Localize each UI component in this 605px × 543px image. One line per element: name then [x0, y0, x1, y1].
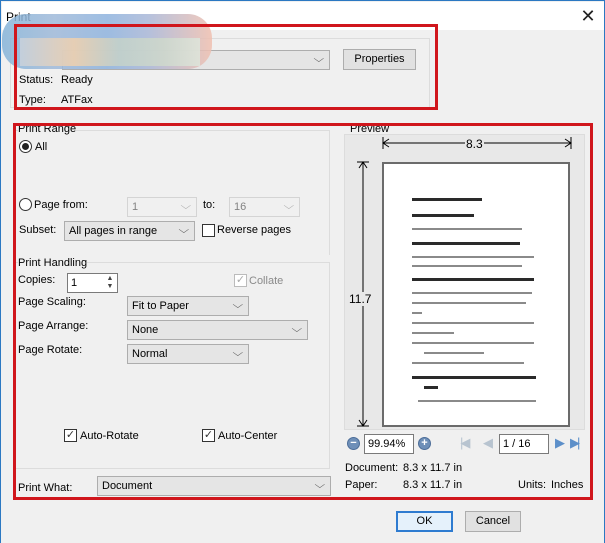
auto-rotate-label: Auto-Rotate — [80, 430, 139, 442]
print-what-select[interactable]: Document ⌵ — [97, 476, 331, 496]
page-scaling-value: Fit to Paper — [132, 300, 189, 312]
page-to-select[interactable]: 16 ⌵ — [229, 197, 300, 217]
all-radio[interactable] — [19, 140, 32, 153]
type-value: ATFax — [61, 94, 93, 106]
paper-size: 8.3 x 11.7 in — [403, 479, 463, 491]
zoom-input[interactable]: 99.94% — [364, 434, 414, 454]
page-number-input[interactable]: 1 / 16 — [499, 434, 549, 454]
chevron-down-icon: ⌵ — [232, 348, 244, 359]
cancel-button[interactable]: Cancel — [465, 511, 521, 532]
paper-label: Paper: — [345, 479, 378, 491]
page-arrange-label: Page Arrange: — [18, 320, 89, 332]
page-preview — [382, 162, 570, 427]
page-rotate-value: Normal — [132, 348, 168, 360]
collate-checkbox[interactable]: ✓ — [234, 274, 247, 287]
print-handling-title: Print Handling — [18, 257, 88, 269]
units-value: Inches — [551, 479, 584, 491]
properties-button[interactable]: Properties — [343, 49, 416, 70]
spin-arrows-icon[interactable]: ▲ ▼ — [105, 275, 115, 291]
document-size: 8.3 x 11.7 in — [403, 462, 463, 474]
page-to-value: 16 — [234, 201, 247, 213]
subset-value: All pages in range — [69, 225, 158, 237]
type-label: Type: — [19, 94, 46, 106]
collate-label: Collate — [249, 275, 284, 287]
chevron-down-icon: ⌵ — [232, 300, 244, 311]
page-from-radio[interactable] — [19, 198, 32, 211]
reverse-pages-label: Reverse pages — [217, 224, 291, 236]
page-from-value: 1 — [132, 201, 139, 213]
page-from-label: Page from: — [34, 199, 88, 211]
print-handling-group — [14, 262, 330, 469]
zoom-out-icon[interactable]: − — [347, 437, 360, 450]
previous-page-icon[interactable]: ◀ — [483, 435, 493, 451]
status-label: Status: — [19, 74, 54, 86]
page-scaling-select[interactable]: Fit to Paper ⌵ — [127, 296, 249, 316]
subset-label: Subset: — [19, 224, 57, 236]
page-rotate-select[interactable]: Normal ⌵ — [127, 344, 249, 364]
first-page-icon[interactable]: |◀ — [460, 435, 471, 451]
page-arrange-select[interactable]: None ⌵ — [127, 320, 308, 340]
all-label: All — [35, 141, 48, 153]
print-what-label: Print What: — [18, 482, 73, 494]
page-scaling-label: Page Scaling: — [18, 296, 86, 308]
copies-value: 1 — [71, 277, 78, 289]
chevron-down-icon: ⌵ — [291, 324, 303, 335]
page-from-select[interactable]: 1 ⌵ — [127, 197, 197, 217]
print-range-title: Print Range — [18, 123, 77, 135]
chevron-down-icon: ⌵ — [313, 54, 325, 65]
copies-stepper[interactable]: 1 ▲ ▼ — [67, 273, 118, 293]
auto-center-checkbox[interactable]: ✓ — [202, 429, 215, 442]
close-icon[interactable]: ✕ — [580, 7, 596, 25]
print-what-value: Document — [102, 480, 153, 492]
subset-select[interactable]: All pages in range ⌵ — [64, 221, 195, 241]
width-label: 8.3 — [465, 137, 484, 151]
document-label: Document: — [345, 462, 399, 474]
chevron-down-icon: ⌵ — [314, 480, 326, 491]
chevron-down-icon: ⌵ — [180, 201, 192, 212]
status-value: Ready — [61, 74, 93, 86]
page-rotate-label: Page Rotate: — [18, 344, 83, 356]
height-label: 11.7 — [349, 292, 372, 306]
chevron-down-icon: ⌵ — [178, 225, 190, 236]
ok-button[interactable]: OK — [396, 511, 453, 532]
page-arrange-value: None — [132, 324, 159, 336]
to-label: to: — [203, 199, 216, 211]
zoom-in-icon[interactable]: + — [418, 437, 431, 450]
auto-center-label: Auto-Center — [218, 430, 278, 442]
next-page-icon[interactable]: ▶ — [555, 435, 565, 451]
units-label: Units: — [518, 479, 547, 491]
copies-label: Copies: — [18, 274, 56, 286]
chevron-down-icon: ⌵ — [283, 201, 295, 212]
redaction-overlay-strip — [20, 38, 200, 66]
auto-rotate-checkbox[interactable]: ✓ — [64, 429, 77, 442]
last-page-icon[interactable]: ▶| — [570, 435, 581, 451]
reverse-pages-checkbox[interactable] — [202, 224, 215, 237]
